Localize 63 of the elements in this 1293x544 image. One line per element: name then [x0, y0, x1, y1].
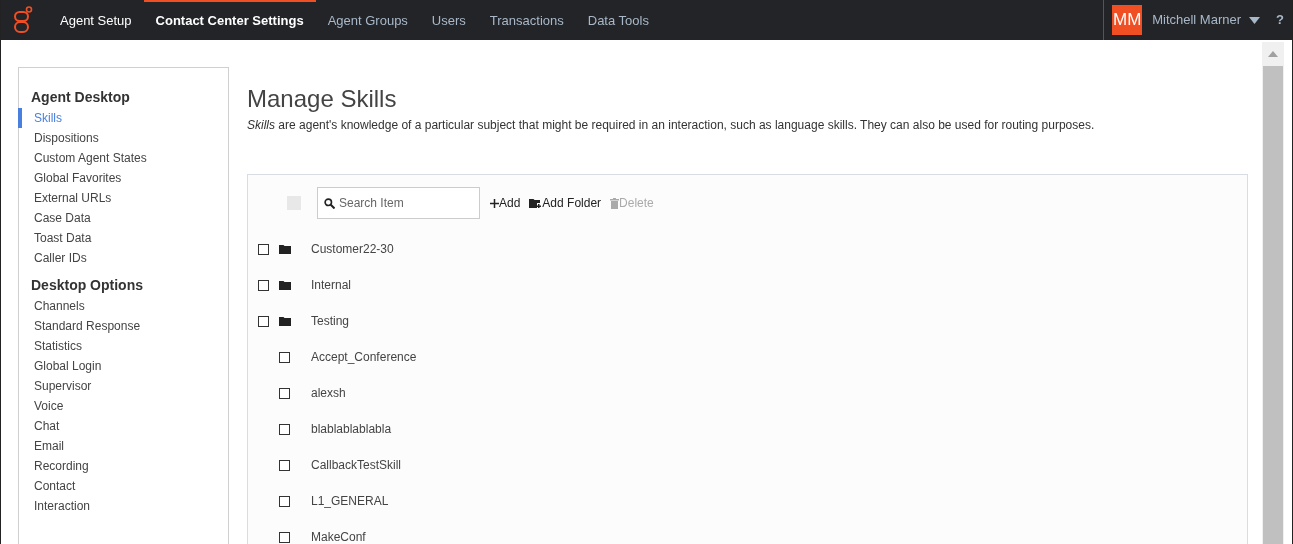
list-item-label[interactable]: Customer22-30 [311, 240, 394, 258]
list-item-label[interactable]: L1_GENERAL [311, 492, 389, 510]
checkbox[interactable] [258, 315, 269, 327]
sidebar-heading: Desktop Options [30, 275, 144, 295]
search-icon [324, 198, 335, 209]
sidebar-item[interactable]: Skills [18, 108, 228, 128]
sidebar-item[interactable]: Supervisor [18, 376, 228, 396]
sidebar-item[interactable]: Toast Data [18, 228, 228, 248]
nav-tab[interactable]: Data Tools [575, 0, 661, 40]
sidebar-item[interactable]: Case Data [18, 208, 228, 228]
sidebar-item[interactable]: Global Favorites [18, 168, 228, 188]
user-menu-button[interactable]: Mitchell Marner [1152, 10, 1261, 30]
list-item-label[interactable]: MakeConf [311, 528, 366, 544]
folder-icon [279, 244, 291, 254]
checkbox[interactable] [279, 351, 290, 363]
nav-tab[interactable]: Transactions [477, 0, 576, 40]
checkbox[interactable] [258, 279, 269, 291]
sidebar-item[interactable]: Channels [18, 296, 228, 316]
user-avatar[interactable]: MM [1112, 5, 1143, 35]
sidebar-item[interactable]: Contact [18, 476, 228, 496]
checkbox[interactable] [279, 387, 290, 399]
search-field[interactable]: Search Item [317, 187, 480, 219]
page-description: Skills are agent's knowledge of a particular subject that might be required in an interaction, such as language skills. They can also be used for routing purposes. [247, 117, 1096, 134]
folder-icon [279, 316, 291, 326]
folder-plus-icon [529, 198, 543, 208]
list-item-label[interactable]: Accept_Conference [311, 348, 417, 366]
toolbar-action[interactable]: Add [490, 194, 521, 212]
sidebar-item[interactable]: External URLs [18, 188, 228, 208]
list-item-label[interactable]: alexsh [311, 384, 346, 402]
folder-icon [279, 280, 291, 290]
sidebar-item[interactable]: Standard Response [18, 316, 228, 336]
toolbar-action[interactable]: Add Folder [529, 194, 602, 212]
sidebar-item[interactable]: Interaction [18, 496, 228, 516]
sidebar-item[interactable]: Custom Agent States [18, 148, 228, 168]
list-item-label[interactable]: Internal [311, 276, 352, 294]
sidebar-item[interactable]: Recording [18, 456, 228, 476]
plus-icon [490, 198, 499, 208]
checkbox[interactable] [258, 243, 269, 255]
caret-icon [1249, 16, 1261, 24]
nav-tab[interactable]: Contact Center Settings [143, 0, 316, 40]
checkbox[interactable] [279, 531, 290, 543]
list-item-label[interactable]: CallbackTestSkill [311, 456, 402, 474]
logo-icon [12, 6, 34, 34]
page-title: Manage Skills [247, 84, 398, 114]
help-button[interactable]: ? [1276, 10, 1284, 30]
sidebar-item[interactable]: Statistics [18, 336, 228, 356]
sidebar-item[interactable]: Email [18, 436, 228, 456]
list-item-label[interactable]: Testing [311, 312, 350, 330]
nav-tab[interactable]: Agent Setup [48, 0, 144, 40]
trash-icon [610, 197, 620, 209]
sidebar-item[interactable]: Global Login [18, 356, 228, 376]
sidebar-item[interactable]: Chat [18, 416, 228, 436]
sidebar-item[interactable]: Caller IDs [18, 248, 228, 268]
sidebar-heading: Agent Desktop [30, 87, 131, 107]
checkbox[interactable] [279, 459, 290, 471]
sidebar-item[interactable]: Dispositions [18, 128, 228, 148]
scroll-up-icon [1268, 51, 1278, 57]
checkbox[interactable] [279, 423, 290, 435]
nav-tab[interactable]: Agent Groups [315, 0, 420, 40]
checkbox[interactable] [279, 495, 290, 507]
list-item-label[interactable]: blablablablabla [311, 420, 392, 438]
nav-tab[interactable]: Users [419, 0, 478, 40]
sidebar-item[interactable]: Voice [18, 396, 228, 416]
